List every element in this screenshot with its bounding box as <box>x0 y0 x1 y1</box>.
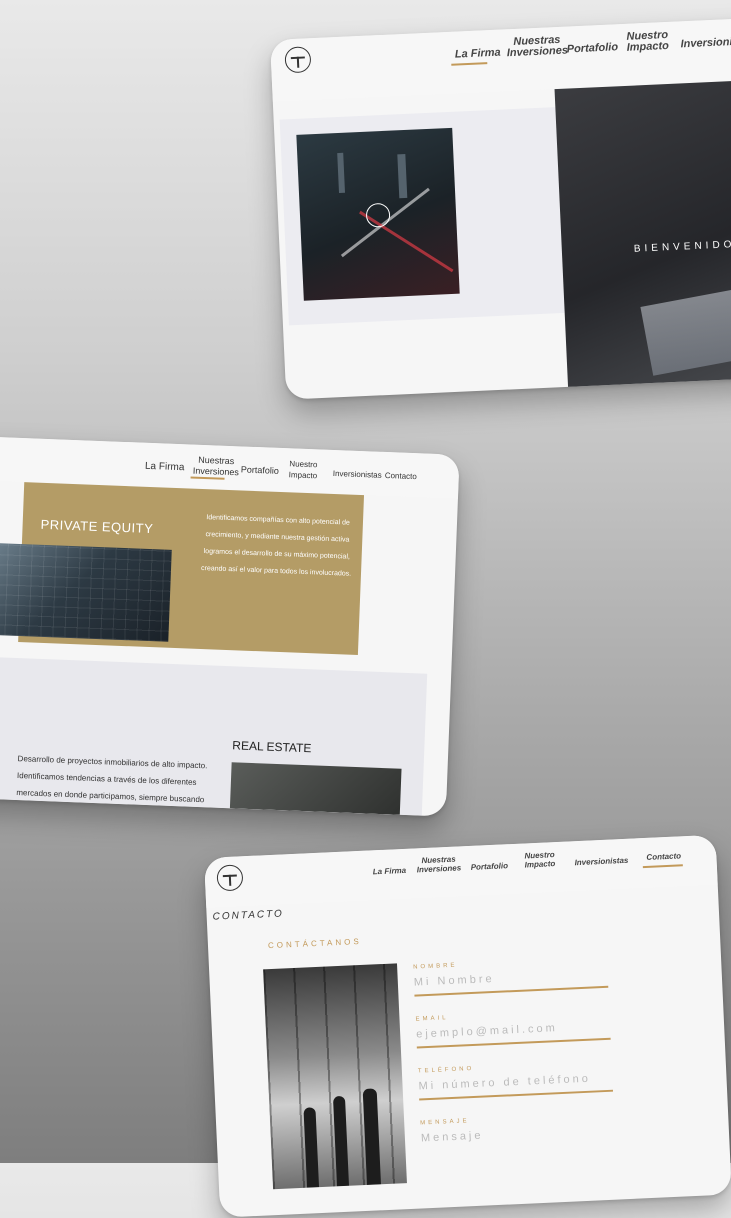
nav-active-underline <box>451 62 488 66</box>
nav-nuestro-impacto[interactable]: Nuestro Impacto <box>289 458 318 481</box>
real-estate-title: REAL ESTATE <box>232 738 312 756</box>
nav-portafolio[interactable]: Portafolio <box>241 464 279 476</box>
nav-nuestro-impacto[interactable]: Nuestro Impacto <box>626 29 669 54</box>
email-input[interactable]: ejemplo@mail.com <box>416 1022 558 1040</box>
skyline-silhouette-image <box>263 963 407 1190</box>
nav-inversionistas[interactable]: Inversionistas <box>574 855 628 868</box>
real-estate-text: Desarrollo de proyectos inmobiliarios de… <box>16 754 208 805</box>
top-nav: La Firma Nuestras Inversiones Portafolio… <box>204 834 718 908</box>
nav-contacto[interactable]: Contacto <box>385 470 417 482</box>
screen-inversiones: La Firma Nuestras Inversiones Portafolio… <box>0 436 460 817</box>
nav-portafolio[interactable]: Portafolio <box>566 41 618 55</box>
aerial-city-image <box>229 762 402 815</box>
nav-active-underline <box>190 476 225 480</box>
nombre-input[interactable]: Mi Nombre <box>414 973 495 989</box>
nav-inversionistas[interactable]: Inversionistas <box>680 35 731 50</box>
city-night-image <box>296 127 460 301</box>
email-label: EMAIL <box>415 1015 449 1023</box>
nav-nuestro-impacto[interactable]: Nuestro Impacto <box>524 850 555 869</box>
nav-la-firma[interactable]: La Firma <box>145 461 185 474</box>
nav-inversionistas[interactable]: Inversionistas <box>333 468 382 481</box>
nav-nuestras-inversiones[interactable]: Nuestras Inversiones <box>416 854 462 875</box>
mensaje-input[interactable]: Mensaje <box>421 1130 484 1145</box>
screen-home: La Firma Nuestras Inversiones Portafolio… <box>270 16 731 400</box>
page-title: CONTACTO <box>212 908 285 923</box>
email-field-underline <box>416 1037 611 1049</box>
brand-logo-overlay-icon <box>365 202 391 228</box>
screen-contacto: La Firma Nuestras Inversiones Portafolio… <box>204 834 731 1218</box>
section-label: CONTÁCTANOS <box>267 936 362 951</box>
telefono-input[interactable]: Mi número de teléfono <box>418 1073 591 1093</box>
building-glass-image <box>0 543 172 642</box>
nav-la-firma[interactable]: La Firma <box>373 865 407 878</box>
nav-active-underline <box>642 864 683 869</box>
brand-logo-icon[interactable] <box>216 864 244 892</box>
nav-contacto[interactable]: Contacto <box>646 850 681 863</box>
hero-title: BIENVENIDO <box>633 239 731 255</box>
telefono-field-underline <box>419 1089 613 1100</box>
nombre-field-underline <box>414 985 609 997</box>
private-equity-text: Identificamos compañías con alto potenci… <box>200 514 352 578</box>
nombre-label: NOMBRE <box>413 962 458 971</box>
nav-portafolio[interactable]: Portafolio <box>470 860 508 873</box>
hero-background: BIENVENIDO <box>554 78 731 389</box>
mensaje-label: MENSAJE <box>420 1118 470 1127</box>
brand-logo-icon[interactable] <box>284 46 312 74</box>
nav-la-firma[interactable]: La Firma <box>455 47 501 61</box>
telefono-label: TELÉFONO <box>417 1065 475 1075</box>
real-estate-panel: REAL ESTATE Desarrollo de proyectos inmo… <box>0 655 428 816</box>
nav-nuestras-inversiones[interactable]: Nuestras Inversiones <box>506 34 569 59</box>
nav-nuestras-inversiones[interactable]: Nuestras Inversiones <box>193 455 240 479</box>
private-equity-title: PRIVATE EQUITY <box>40 516 154 537</box>
